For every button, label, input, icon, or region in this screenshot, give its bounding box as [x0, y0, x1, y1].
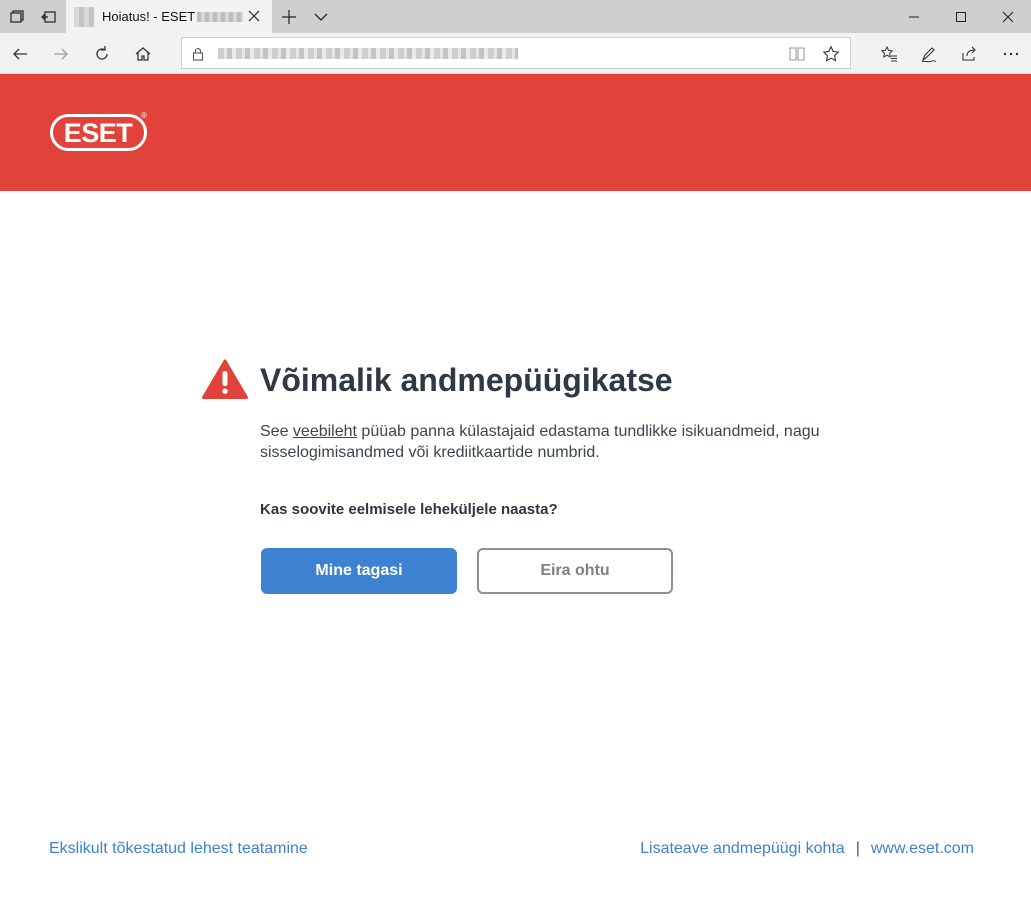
window-close-icon[interactable]: [985, 0, 1031, 33]
registered-mark: ®: [141, 111, 147, 120]
favorite-star-icon[interactable]: [822, 45, 840, 63]
web-note-pen-icon[interactable]: [912, 37, 946, 71]
new-tab-icon[interactable]: [276, 0, 302, 33]
forward-arrow-icon[interactable]: [44, 37, 78, 71]
share-icon[interactable]: [952, 37, 986, 71]
tab-favicon-icon: [74, 6, 94, 27]
more-options-icon[interactable]: [994, 37, 1028, 71]
footer-separator: |: [855, 840, 860, 857]
home-icon[interactable]: [126, 37, 160, 71]
go-back-button[interactable]: Mine tagasi: [261, 548, 457, 594]
eset-website-link[interactable]: www.eset.com: [871, 840, 974, 858]
eset-logo: ESET ®: [50, 111, 147, 151]
tab-close-icon[interactable]: [246, 8, 262, 24]
desc-before: See: [260, 423, 293, 440]
favorites-hub-icon[interactable]: [872, 37, 906, 71]
phishing-info-link[interactable]: Lisateave andmepüügi kohta: [640, 840, 845, 858]
maximize-icon[interactable]: [938, 0, 984, 33]
tab-list-chevron-down-icon[interactable]: [308, 0, 334, 33]
warning-title: Võimalik andmepüügikatse: [260, 362, 673, 398]
active-tab[interactable]: Hoiatus! - ESET: [66, 0, 272, 33]
lock-icon[interactable]: [190, 46, 206, 62]
set-tabs-aside-icon[interactable]: [36, 0, 62, 33]
reading-view-icon[interactable]: [788, 45, 806, 63]
back-arrow-icon[interactable]: [3, 37, 37, 71]
warning-description: See veebileht püüab panna külastajaid ed…: [260, 421, 860, 463]
warning-triangle-icon: [202, 359, 248, 399]
minimize-icon[interactable]: [891, 0, 937, 33]
ignore-threat-button[interactable]: Eira ohtu: [477, 548, 673, 594]
report-misblocked-link[interactable]: Ekslikult tõkestatud lehest teatamine: [49, 840, 308, 858]
tab-preview-icon[interactable]: [4, 0, 30, 33]
address-bar[interactable]: [181, 37, 851, 69]
eset-header-banner: [0, 74, 1031, 191]
go-back-question: Kas soovite eelmisele leheküljele naasta…: [260, 501, 558, 518]
footer-links: Lisateave andmepüügi kohta | www.eset.co…: [640, 840, 974, 858]
website-link[interactable]: veebileht: [293, 423, 357, 440]
browser-tab-strip: Hoiatus! - ESET: [0, 0, 1031, 33]
tab-title-redacted: [197, 11, 244, 22]
tab-title: Hoiatus! - ESET: [102, 9, 196, 24]
logo-text: ESET: [64, 118, 134, 148]
url-redacted: [218, 48, 518, 59]
refresh-icon[interactable]: [85, 37, 119, 71]
browser-toolbar: [0, 33, 1031, 74]
